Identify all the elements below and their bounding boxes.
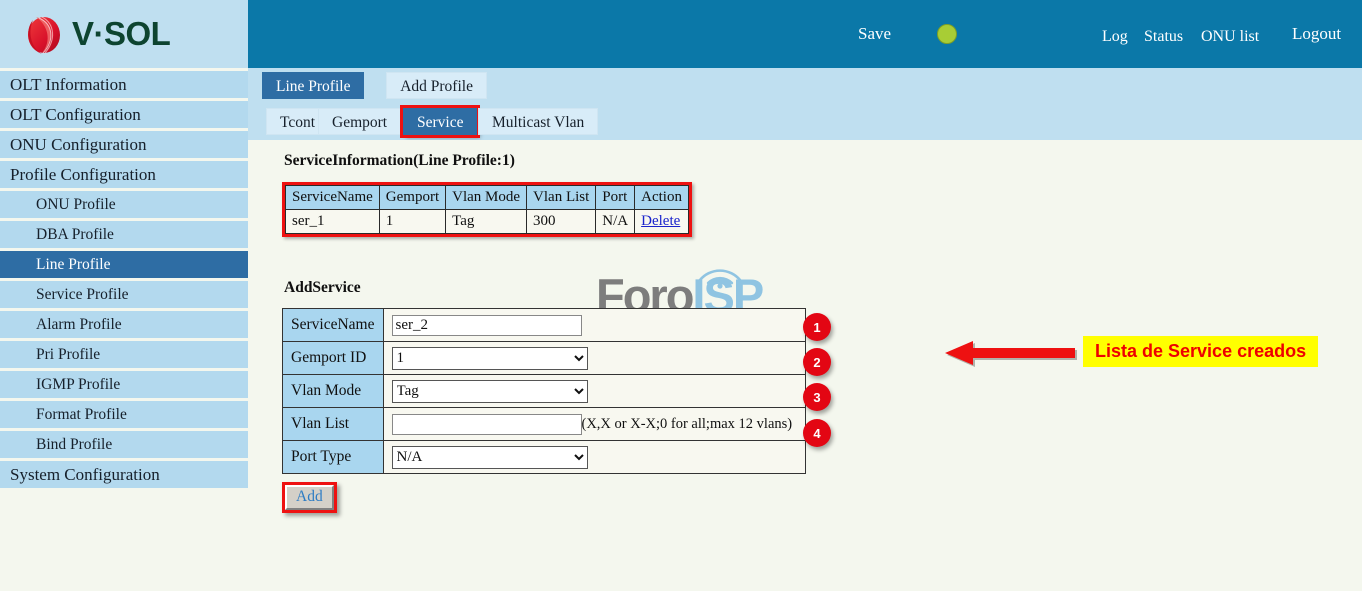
brand-name: V·SOL xyxy=(72,15,170,53)
foroisp-watermark: ForoISP xyxy=(596,258,776,314)
save-button[interactable]: Save xyxy=(858,24,891,44)
form-row: Port Type N/AETHPOTSCATV xyxy=(283,441,806,474)
vlan-mode-select[interactable]: TagTransparentTranslationQinQ xyxy=(392,380,588,403)
tab-service[interactable]: Service xyxy=(403,108,477,135)
sidebar-nav: OLT Information OLT Configuration ONU Conf… xyxy=(0,71,248,488)
sidebar-item-onu-profile[interactable]: ONU Profile xyxy=(0,191,248,218)
column-header-vlan-list: Vlan List xyxy=(527,186,596,210)
field-label-port-type: Port Type xyxy=(283,441,384,474)
secondary-tab-bar: TcontGemportServiceMulticast Vlan xyxy=(248,104,1362,140)
form-row: Vlan List (X,X or X-X;0 for all;max 12 vl… xyxy=(283,408,806,441)
step-badge-1: 1 xyxy=(803,313,831,341)
add-service-rows: ServiceNameGemport ID 12345678 Vlan Mode Ta… xyxy=(283,309,806,474)
field-value-servicename xyxy=(383,309,805,342)
add-service-field-table: ServiceNameGemport ID 12345678 Vlan Mode Ta… xyxy=(282,308,806,474)
add-button-highlight: Add xyxy=(282,482,337,513)
tab-add-profile[interactable]: Add Profile xyxy=(386,72,487,99)
sidebar-item-service-profile[interactable]: Service Profile xyxy=(0,281,248,308)
sidebar-item-igmp-profile[interactable]: IGMP Profile xyxy=(0,371,248,398)
logout-button[interactable]: Logout xyxy=(1292,24,1341,44)
form-row: ServiceName xyxy=(283,309,806,342)
table-body: ser_11Tag300N/A Delete xyxy=(286,210,689,234)
cell-service-name: ser_1 xyxy=(286,210,380,234)
port-type-select[interactable]: N/AETHPOTSCATV xyxy=(392,446,588,469)
sidebar-item-profile-configuration[interactable]: Profile Configuration xyxy=(0,161,248,188)
sidebar-item-onu-configuration[interactable]: ONU Configuration xyxy=(0,131,248,158)
sidebar-item-format-profile[interactable]: Format Profile xyxy=(0,401,248,428)
add-button[interactable]: Add xyxy=(285,485,334,510)
table-header-row: ServiceNameGemportVlan ModeVlan ListPort… xyxy=(286,186,689,210)
sidebar-item-bind-profile[interactable]: Bind Profile xyxy=(0,431,248,458)
form-row: Gemport ID 12345678 xyxy=(283,342,806,375)
field-hint: (X,X or X-X;0 for all;max 12 vlans) xyxy=(582,416,793,432)
form-row: Vlan Mode TagTransparentTranslationQinQ xyxy=(283,375,806,408)
cell-vlan-list: 300 xyxy=(527,210,596,234)
step-badge-2: 2 xyxy=(803,348,831,376)
status-led-indicator xyxy=(937,24,957,44)
add-service-form: ServiceNameGemport ID 12345678 Vlan Mode Ta… xyxy=(282,308,806,474)
callout-arrow-icon xyxy=(943,338,1077,373)
top-header-bar: Save Log Status ONU list Logout xyxy=(248,0,1362,68)
sidebar-item-dba-profile[interactable]: DBA Profile xyxy=(0,221,248,248)
field-label-gemport-id: Gemport ID xyxy=(283,342,384,375)
column-header-port: Port xyxy=(596,186,635,210)
field-value-vlan-mode: TagTransparentTranslationQinQ xyxy=(383,375,805,408)
sidebar-item-olt-information[interactable]: OLT Information xyxy=(0,71,248,98)
sidebar-item-system-configuration[interactable]: System Configuration xyxy=(0,461,248,488)
vlan-list-input[interactable] xyxy=(392,414,582,435)
field-value-gemport-id: 12345678 xyxy=(383,342,805,375)
sidebar: V·SOL OLT Information OLT Configuration ON… xyxy=(0,0,248,591)
step-badge-3: 3 xyxy=(803,383,831,411)
sidebar-item-line-profile[interactable]: Line Profile xyxy=(0,251,248,278)
column-header-vlan-mode: Vlan Mode xyxy=(446,186,527,210)
cell-vlan-mode: Tag xyxy=(446,210,527,234)
column-header-action: Action xyxy=(635,186,689,210)
table-row: ser_11Tag300N/A Delete xyxy=(286,210,689,234)
header-link-onu-list[interactable]: ONU list xyxy=(1201,28,1259,46)
primary-tab-bar: Line Profile Add Profile xyxy=(248,68,1362,104)
add-service-title: AddService xyxy=(284,279,361,297)
field-label-vlan-list: Vlan List xyxy=(283,408,384,441)
app-root: V·SOL OLT Information OLT Configuration ON… xyxy=(0,0,1362,591)
sidebar-item-alarm-profile[interactable]: Alarm Profile xyxy=(0,311,248,338)
callout-label: Lista de Service creados xyxy=(1083,336,1318,367)
step-badge-4: 4 xyxy=(803,419,831,447)
tab-gemport[interactable]: Gemport xyxy=(318,108,401,135)
column-header-gemport: Gemport xyxy=(379,186,445,210)
wifi-signal-icon xyxy=(692,258,748,295)
service-information-title: ServiceInformation(Line Profile:1) xyxy=(284,152,515,170)
header-link-status[interactable]: Status xyxy=(1144,28,1183,46)
servicename-input[interactable] xyxy=(392,315,582,336)
gemport-id-select[interactable]: 12345678 xyxy=(392,347,588,370)
service-information-table-highlight: ServiceNameGemportVlan ModeVlan ListPort… xyxy=(282,182,692,237)
cell-action: Delete xyxy=(635,210,689,234)
sidebar-item-pri-profile[interactable]: Pri Profile xyxy=(0,341,248,368)
column-header-servicename: ServiceName xyxy=(286,186,380,210)
field-value-vlan-list: (X,X or X-X;0 for all;max 12 vlans) xyxy=(383,408,805,441)
field-label-vlan-mode: Vlan Mode xyxy=(283,375,384,408)
header-link-log[interactable]: Log xyxy=(1102,28,1128,46)
brand-logo: V·SOL xyxy=(0,0,248,68)
tab-multicast-vlan[interactable]: Multicast Vlan xyxy=(478,108,598,135)
service-information-table: ServiceNameGemportVlan ModeVlan ListPort… xyxy=(285,185,689,234)
sidebar-item-olt-configuration[interactable]: OLT Configuration xyxy=(0,101,248,128)
tab-line-profile[interactable]: Line Profile xyxy=(262,72,364,99)
field-label-servicename: ServiceName xyxy=(283,309,384,342)
cell-port: N/A xyxy=(596,210,635,234)
vsol-swirl-logo-icon xyxy=(22,11,66,57)
delete-link[interactable]: Delete xyxy=(641,213,680,229)
main-content: ServiceInformation(Line Profile:1) ForoI… xyxy=(248,140,1362,591)
field-value-port-type: N/AETHPOTSCATV xyxy=(383,441,805,474)
cell-gemport: 1 xyxy=(379,210,445,234)
